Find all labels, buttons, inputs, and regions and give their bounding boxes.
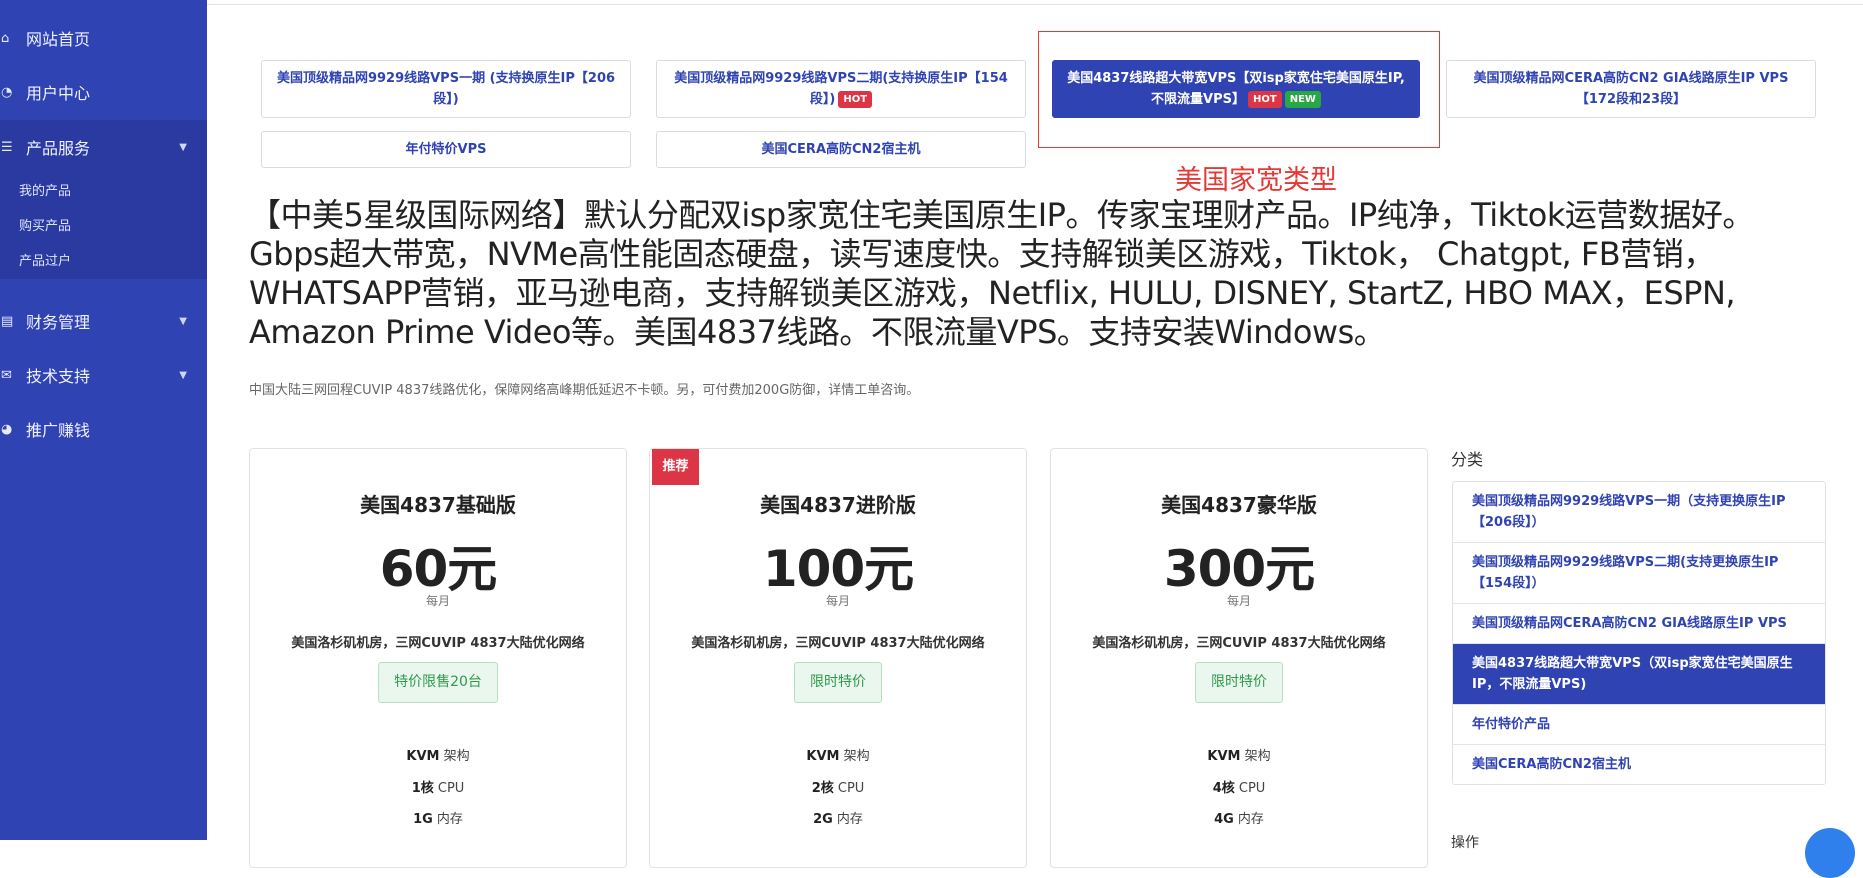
promo-badge: 限时特价 bbox=[794, 662, 882, 703]
support-icon: ✉ bbox=[1, 367, 12, 383]
annotation-label: 美国家宽类型 bbox=[1175, 165, 1337, 196]
nav-products[interactable]: ☰ 产品服务 ▼ bbox=[0, 120, 207, 174]
nav-finance[interactable]: ▤ 财务管理 ▼ bbox=[0, 294, 207, 348]
side-category-9929-phase1[interactable]: 美国顶级精品网9929线路VPS一期（支持更换原生IP【206段】） bbox=[1453, 482, 1825, 543]
highlight-box bbox=[1038, 31, 1440, 148]
subnav-my-products[interactable]: 我的产品 bbox=[0, 174, 207, 209]
spec-label: CPU bbox=[1238, 781, 1266, 796]
plan-name: 美国4837进阶版 bbox=[760, 493, 916, 517]
spec-arch: KVM 架构 bbox=[650, 745, 1026, 764]
nav-label: 财务管理 bbox=[26, 313, 91, 332]
nav-label: 技术支持 bbox=[26, 367, 91, 386]
spec-arch: KVM 架构 bbox=[250, 745, 626, 764]
plan-desc: 美国洛杉矶机房，三网CUVIP 4837大陆优化网络 bbox=[691, 636, 985, 651]
spec-value: 2核 bbox=[811, 781, 834, 796]
chevron-down-icon: ▼ bbox=[179, 315, 187, 327]
plan-card-deluxe: 美国4837豪华版 300元 每月 美国洛杉矶机房，三网CUVIP 4837大陆… bbox=[1050, 448, 1428, 868]
home-icon: ⌂ bbox=[1, 30, 10, 46]
products-submenu: 我的产品 购买产品 产品过户 bbox=[0, 174, 207, 279]
category-annual[interactable]: 年付特价VPS bbox=[261, 131, 631, 168]
spec-value: 2G bbox=[813, 812, 833, 827]
spec-value: 1G bbox=[413, 812, 433, 827]
spec-cpu: 4核 CPU bbox=[1051, 777, 1427, 796]
spec-label: 架构 bbox=[443, 749, 470, 764]
plan-period: 每月 bbox=[825, 594, 850, 608]
category-label: 美国顶级精品网CERA高防CN2 GIA线路原生IP VPS【172段和23段】 bbox=[1473, 71, 1789, 107]
plan-name: 美国4837基础版 bbox=[360, 493, 516, 517]
hot-badge: HOT bbox=[838, 91, 873, 108]
spec-value: 4G bbox=[1214, 812, 1234, 827]
pie-icon: ◕ bbox=[1, 421, 13, 437]
dashboard-icon: ◔ bbox=[1, 84, 13, 100]
product-group-headline: 【中美5星级国际网络】默认分配双isp家宽住宅美国原生IP。传家宝理财产品。IP… bbox=[249, 196, 1754, 351]
side-categories-list: 美国顶级精品网9929线路VPS一期（支持更换原生IP【206段】） 美国顶级精… bbox=[1452, 481, 1826, 785]
plan-price: 300元 bbox=[1163, 540, 1315, 598]
spec-label: CPU bbox=[437, 781, 465, 796]
top-divider bbox=[207, 4, 1863, 5]
spec-cpu: 1核 CPU bbox=[250, 777, 626, 796]
promo-badge: 限时特价 bbox=[1195, 662, 1283, 703]
category-label: 美国顶级精品网9929线路VPS一期 (支持换原生IP【206段】) bbox=[276, 71, 616, 107]
plan-price: 60元 bbox=[379, 540, 498, 598]
plan-card-basic: 美国4837基础版 60元 每月 美国洛杉矶机房，三网CUVIP 4837大陆优… bbox=[249, 448, 627, 868]
spec-cpu: 2核 CPU bbox=[650, 777, 1026, 796]
spec-label: 内存 bbox=[436, 812, 463, 827]
side-category-4837[interactable]: 美国4837线路超大带宽VPS（双isp家宽住宅美国原生IP，不限流量VPS) bbox=[1453, 644, 1825, 705]
nav-home[interactable]: ⌂ 网站首页 bbox=[0, 11, 207, 65]
spec-value: KVM bbox=[406, 749, 440, 764]
nav-affiliate[interactable]: ◕ 推广赚钱 bbox=[0, 402, 207, 456]
plan-price: 100元 bbox=[762, 540, 914, 598]
chevron-down-icon: ▼ bbox=[179, 369, 187, 381]
nav-label: 网站首页 bbox=[26, 30, 91, 49]
spec-arch: KVM 架构 bbox=[1051, 745, 1427, 764]
spec-value: KVM bbox=[806, 749, 840, 764]
spec-memory: 2G 内存 bbox=[650, 808, 1026, 827]
side-category-annual[interactable]: 年付特价产品 bbox=[1453, 705, 1825, 745]
list-icon: ☰ bbox=[1, 139, 13, 155]
side-category-cera-host[interactable]: 美国CERA高防CN2宿主机 bbox=[1453, 745, 1825, 784]
chat-float-button[interactable] bbox=[1805, 828, 1855, 878]
plan-card-advanced: 推荐 美国4837进阶版 100元 每月 美国洛杉矶机房，三网CUVIP 483… bbox=[649, 448, 1027, 868]
category-label: 年付特价VPS bbox=[405, 142, 487, 157]
spec-memory: 4G 内存 bbox=[1051, 808, 1427, 827]
product-group-subline: 中国大陆三网回程CUVIP 4837线路优化，保障网络高峰期低延迟不卡顿。另，可… bbox=[249, 383, 920, 398]
plan-desc: 美国洛杉矶机房，三网CUVIP 4837大陆优化网络 bbox=[291, 636, 585, 651]
plan-period: 每月 bbox=[425, 594, 450, 608]
plan-desc: 美国洛杉矶机房，三网CUVIP 4837大陆优化网络 bbox=[1092, 636, 1386, 651]
subnav-transfer[interactable]: 产品过户 bbox=[0, 244, 207, 279]
recommended-ribbon: 推荐 bbox=[652, 449, 699, 485]
nav-label: 产品服务 bbox=[26, 139, 91, 158]
category-9929-phase1[interactable]: 美国顶级精品网9929线路VPS一期 (支持换原生IP【206段】) bbox=[261, 60, 631, 118]
category-label: 美国顶级精品网9929线路VPS二期(支持换原生IP【154段】) HOT bbox=[669, 68, 1013, 110]
side-category-cera-gia[interactable]: 美国顶级精品网CERA高防CN2 GIA线路原生IP VPS bbox=[1453, 604, 1825, 644]
spec-label: CPU bbox=[837, 781, 865, 796]
spec-value: KVM bbox=[1207, 749, 1241, 764]
plan-name: 美国4837豪华版 bbox=[1161, 493, 1317, 517]
spec-value: 1核 bbox=[411, 781, 434, 796]
side-categories-title: 分类 bbox=[1451, 450, 1484, 469]
sidebar: ⌂ 网站首页 ◔ 用户中心 ☰ 产品服务 ▼ 我的产品 购买产品 产品过户 ▤ … bbox=[0, 0, 207, 840]
category-9929-phase2[interactable]: 美国顶级精品网9929线路VPS二期(支持换原生IP【154段】) HOT bbox=[656, 60, 1026, 118]
side-next-heading: 操作 bbox=[1451, 835, 1479, 851]
nav-support[interactable]: ✉ 技术支持 ▼ bbox=[0, 348, 207, 402]
spec-label: 内存 bbox=[1237, 812, 1264, 827]
chevron-down-icon: ▼ bbox=[179, 141, 187, 153]
plan-period: 每月 bbox=[1226, 594, 1251, 608]
category-cera-host[interactable]: 美国CERA高防CN2宿主机 bbox=[656, 131, 1026, 168]
spec-value: 4核 bbox=[1212, 781, 1235, 796]
promo-badge: 特价限售20台 bbox=[378, 662, 498, 703]
nav-user-center[interactable]: ◔ 用户中心 bbox=[0, 65, 207, 119]
category-cera-cn2-gia[interactable]: 美国顶级精品网CERA高防CN2 GIA线路原生IP VPS【172段和23段】 bbox=[1446, 60, 1816, 118]
nav-label: 推广赚钱 bbox=[26, 421, 91, 440]
finance-icon: ▤ bbox=[1, 313, 14, 329]
spec-label: 架构 bbox=[843, 749, 870, 764]
side-category-9929-phase2[interactable]: 美国顶级精品网9929线路VPS二期(支持更换原生IP【154段】） bbox=[1453, 543, 1825, 604]
spec-label: 内存 bbox=[836, 812, 863, 827]
spec-label: 架构 bbox=[1244, 749, 1271, 764]
nav-label: 用户中心 bbox=[26, 84, 91, 103]
subnav-buy-products[interactable]: 购买产品 bbox=[0, 209, 207, 244]
spec-memory: 1G 内存 bbox=[250, 808, 626, 827]
category-label: 美国CERA高防CN2宿主机 bbox=[761, 142, 921, 157]
